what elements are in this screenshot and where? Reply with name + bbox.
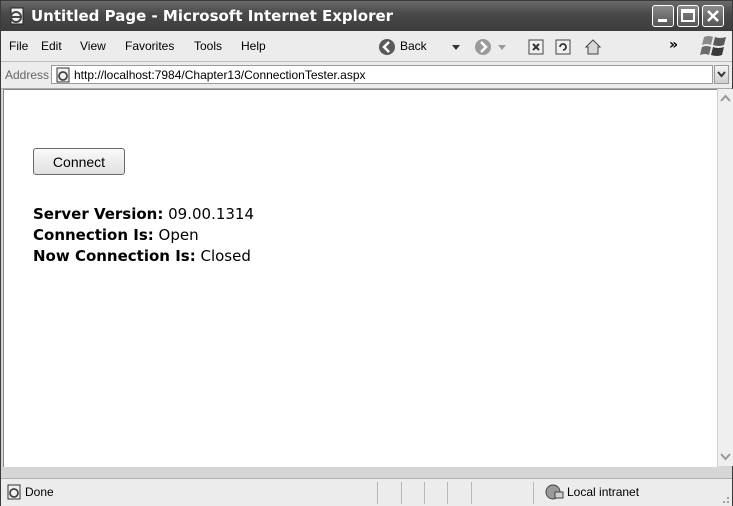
now-connection-is-value: Closed: [195, 247, 251, 265]
home-icon: [584, 39, 602, 55]
now-connection-is-label: Now Connection Is:: [33, 247, 196, 265]
back-arrow-icon: [379, 39, 395, 55]
status-text: Done: [25, 485, 54, 499]
stop-button[interactable]: [528, 37, 546, 57]
title-bar: Untitled Page - Microsoft Internet Explo…: [1, 1, 732, 31]
ie-page-icon: [56, 67, 70, 83]
server-version-line: Server Version: 09.00.1314: [33, 205, 254, 223]
menu-view[interactable]: View: [80, 39, 106, 53]
menu-edit[interactable]: Edit: [41, 39, 62, 53]
menu-tools[interactable]: Tools: [194, 39, 222, 53]
menu-bar: File Edit View Favorites Tools Help Back: [1, 31, 732, 62]
resize-grip-icon[interactable]: [720, 494, 730, 504]
window-title: Untitled Page - Microsoft Internet Explo…: [31, 7, 394, 25]
page-content: Connect Server Version: 09.00.1314 Conne…: [3, 89, 717, 467]
windows-logo-icon: [700, 36, 726, 56]
ie-page-icon: [10, 7, 24, 25]
status-divider: [471, 482, 472, 504]
back-label: Back: [400, 39, 427, 53]
refresh-button[interactable]: [555, 37, 573, 57]
chevron-down-icon: [717, 71, 726, 78]
menu-file[interactable]: File: [9, 39, 28, 53]
close-icon: [707, 10, 719, 22]
address-bar: Address http://localhost:7984/Chapter13/…: [1, 62, 732, 89]
chevron-down-icon: [452, 45, 460, 50]
server-version-value: 09.00.1314: [163, 205, 255, 223]
forward-button[interactable]: [474, 37, 514, 57]
connection-is-value: Open: [153, 226, 199, 244]
back-button[interactable]: Back: [378, 37, 470, 57]
connect-button[interactable]: Connect: [33, 148, 125, 175]
toolbar-overflow-chevron[interactable]: »: [669, 37, 678, 53]
menu-help[interactable]: Help: [241, 39, 266, 53]
status-divider: [401, 482, 402, 504]
maximize-button[interactable]: [677, 5, 699, 27]
browser-window: Untitled Page - Microsoft Internet Explo…: [0, 0, 733, 506]
server-version-label: Server Version:: [33, 205, 164, 223]
scroll-up-icon[interactable]: [718, 91, 733, 106]
status-bar: Done Local intranet: [1, 478, 732, 506]
address-label: Address: [5, 68, 50, 82]
forward-arrow-icon: [475, 39, 491, 55]
status-divider: [447, 482, 448, 504]
zone-text: Local intranet: [567, 485, 640, 499]
connection-is-line: Connection Is: Open: [33, 226, 199, 244]
now-connection-is-line: Now Connection Is: Closed: [33, 247, 251, 265]
connection-is-label: Connection Is:: [33, 226, 154, 244]
chevron-down-icon: [498, 45, 506, 50]
menu-favorites[interactable]: Favorites: [125, 39, 174, 53]
stop-icon: [528, 39, 544, 55]
address-field[interactable]: http://localhost:7984/Chapter13/Connecti…: [51, 65, 713, 84]
scroll-down-icon[interactable]: [718, 449, 733, 464]
minimize-icon: [658, 19, 667, 22]
minimize-button[interactable]: [652, 5, 674, 27]
local-intranet-icon: [545, 484, 564, 500]
status-divider: [377, 482, 378, 504]
ie-page-icon: [7, 484, 21, 500]
status-divider: [533, 482, 534, 504]
address-url: http://localhost:7984/Chapter13/Connecti…: [74, 68, 366, 82]
close-button[interactable]: [702, 5, 724, 27]
vertical-scrollbar[interactable]: [717, 89, 733, 466]
refresh-icon: [555, 39, 571, 55]
home-button[interactable]: [584, 37, 604, 57]
maximize-icon: [681, 9, 695, 22]
status-divider: [424, 482, 425, 504]
address-dropdown-button[interactable]: [714, 65, 729, 84]
